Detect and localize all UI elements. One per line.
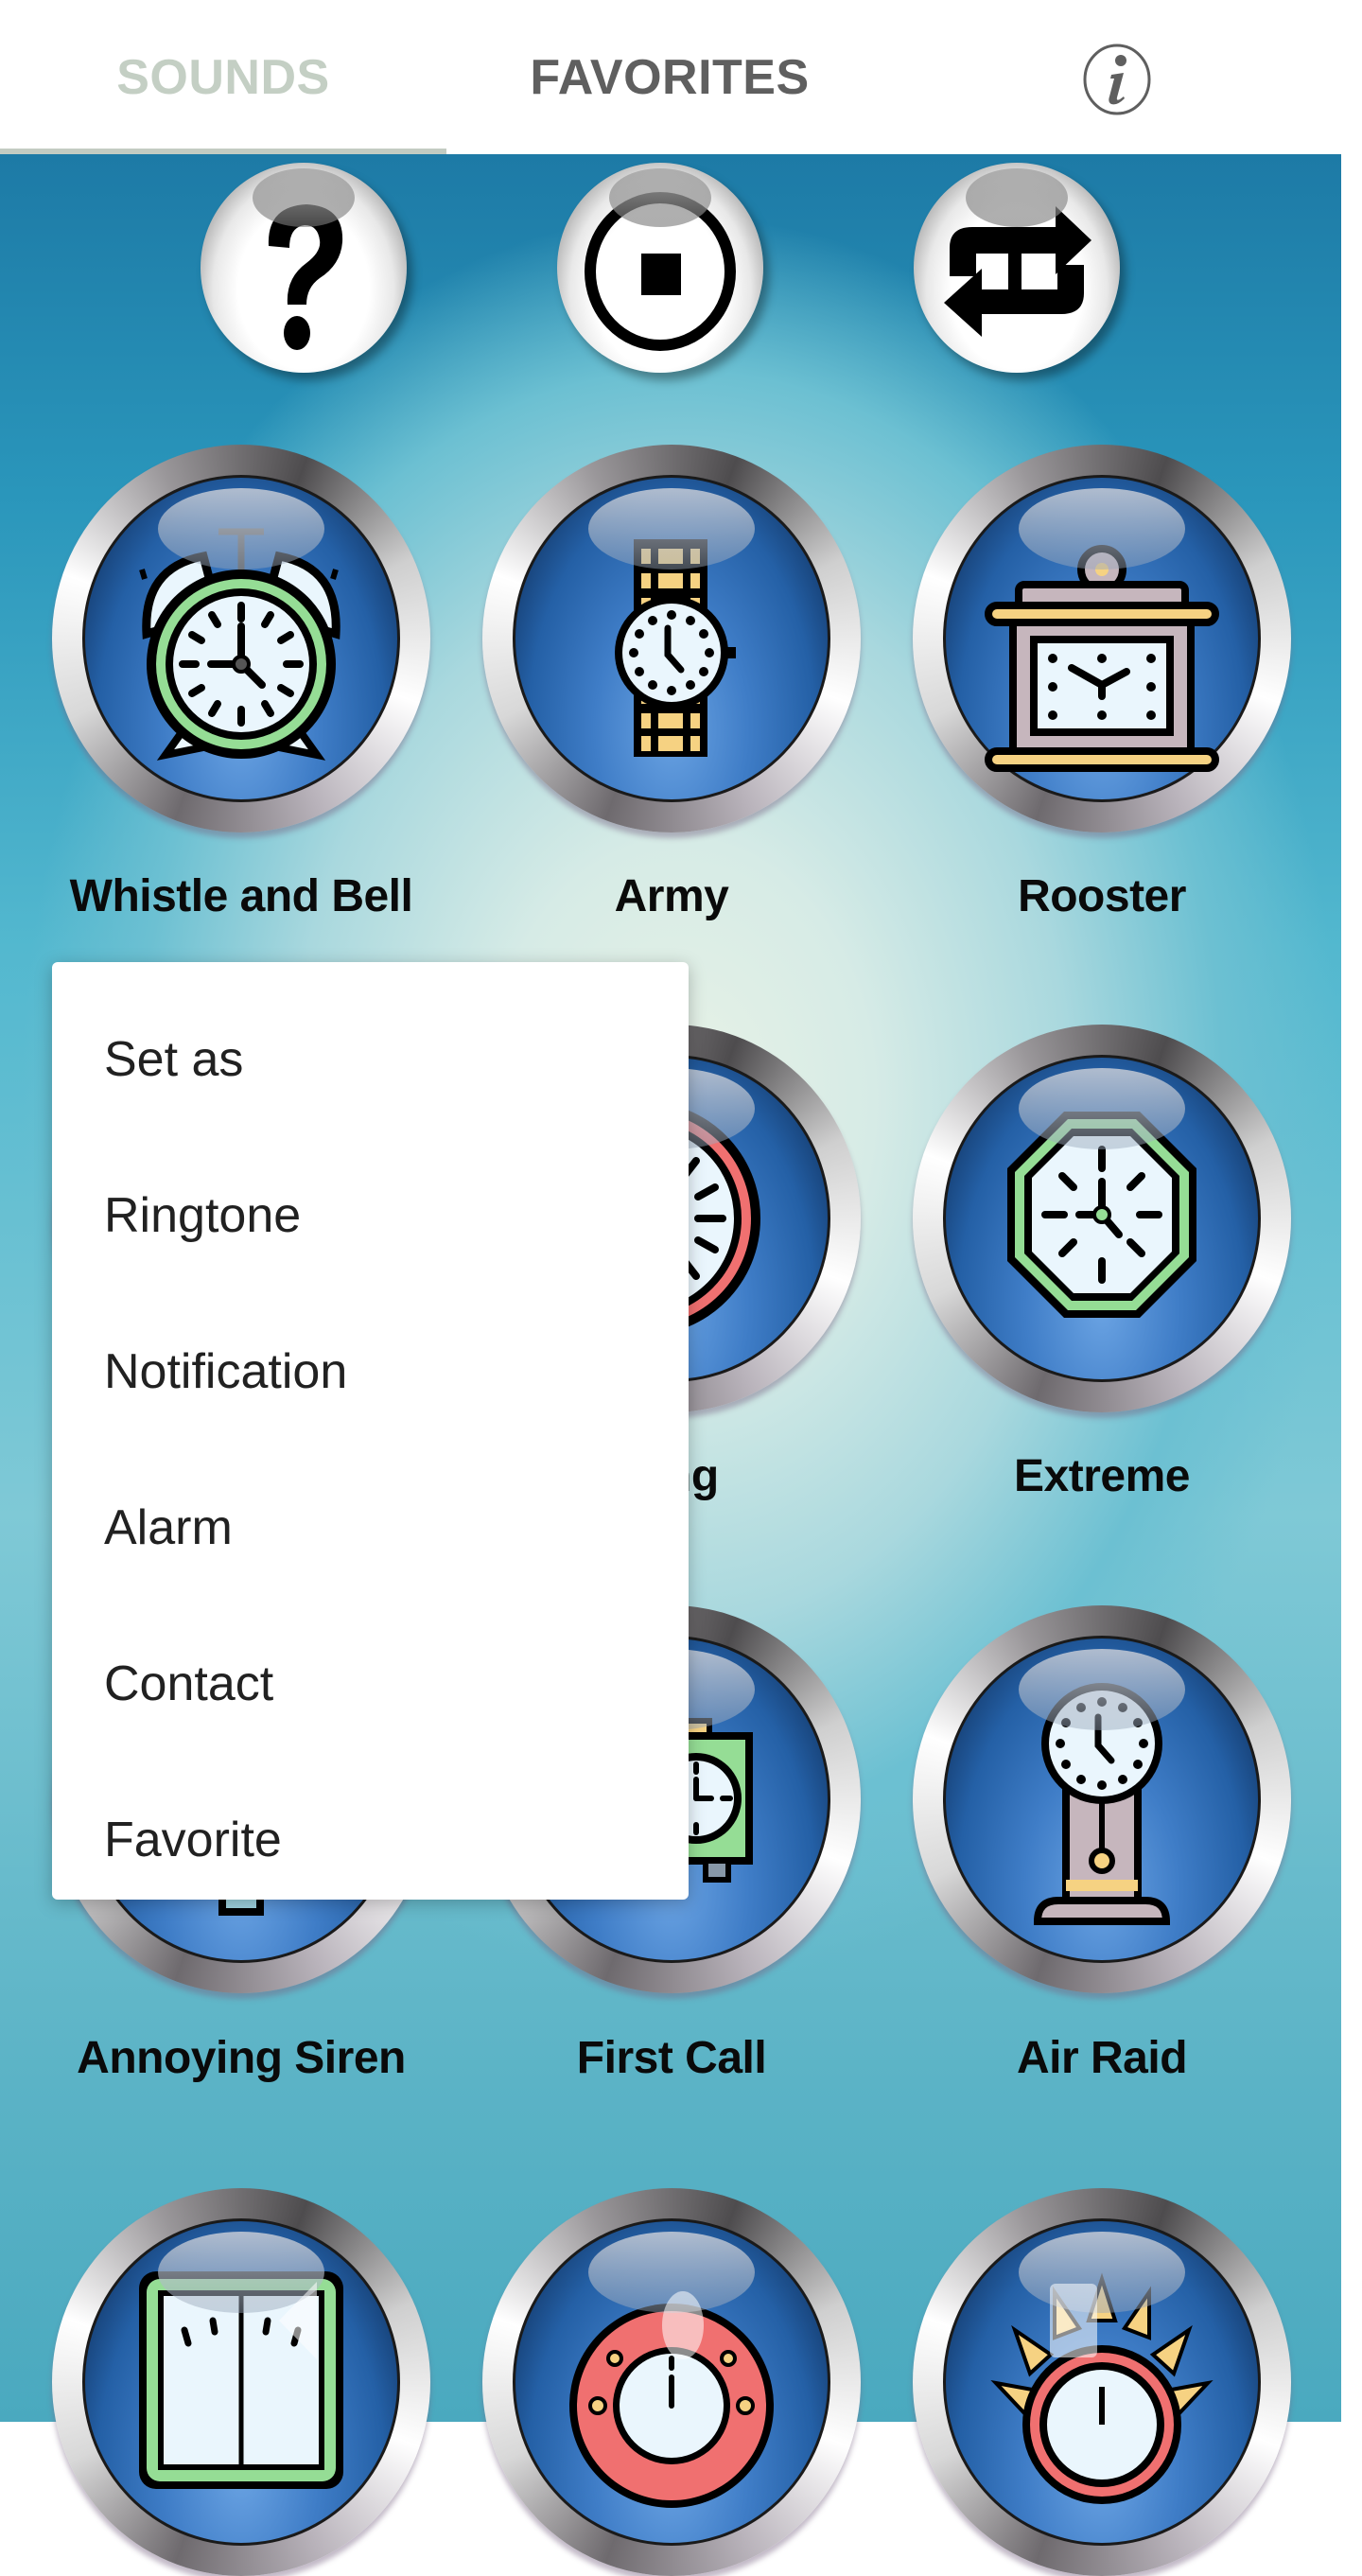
gloss-highlight [1019,1649,1185,1730]
sound-button[interactable] [482,445,861,832]
menu-item-notification[interactable]: Notification [52,1293,689,1449]
home-icon[interactable] [658,2287,707,2363]
menu-item-set-as[interactable]: Set as [52,981,689,1137]
menu-item-contact[interactable]: Contact [52,1605,689,1761]
sound-button[interactable] [52,2188,430,2576]
tab-bar: SOUNDS FAVORITES [0,0,1362,155]
menu-item-favorite[interactable]: Favorite [52,1761,689,1918]
info-button[interactable] [1082,43,1152,116]
sound-button[interactable] [482,2188,861,2576]
recents-icon[interactable] [1048,2282,1099,2359]
sound-label: First Call [576,2033,767,2083]
gloss-highlight [253,168,355,227]
sound-button[interactable] [913,445,1291,832]
sound-button[interactable] [913,1605,1291,1993]
sound-label: Extreme [1014,1451,1190,1501]
tab-sounds[interactable]: SOUNDS [0,0,446,154]
stop-button[interactable] [557,163,763,373]
gloss-highlight [158,488,324,570]
info-icon [1083,44,1151,115]
sound-label: Air Raid [1016,2033,1188,2083]
gloss-highlight [609,168,711,227]
repeat-button[interactable] [914,163,1120,373]
back-icon[interactable] [270,2278,326,2363]
right-edge [1341,154,1362,2422]
set-as-context-menu: Set as Ringtone Notification Alarm Conta… [52,962,689,1900]
gloss-highlight [1019,2232,1185,2313]
tab-favorites[interactable]: FAVORITES [446,0,893,154]
menu-item-alarm[interactable]: Alarm [52,1449,689,1605]
help-button[interactable] [201,163,407,373]
sound-label: Whistle and Bell [69,871,413,921]
gloss-highlight [966,168,1068,227]
gloss-highlight [588,488,755,570]
sound-button[interactable] [913,1025,1291,1412]
gloss-highlight [1019,488,1185,570]
gloss-highlight [1019,1068,1185,1149]
sound-button[interactable] [913,2188,1291,2576]
sound-button[interactable] [52,445,430,832]
menu-item-ringtone[interactable]: Ringtone [52,1137,689,1293]
sound-label: Army [614,871,729,921]
sound-label: Annoying Siren [77,2033,406,2083]
sound-label: Rooster [1018,871,1186,921]
